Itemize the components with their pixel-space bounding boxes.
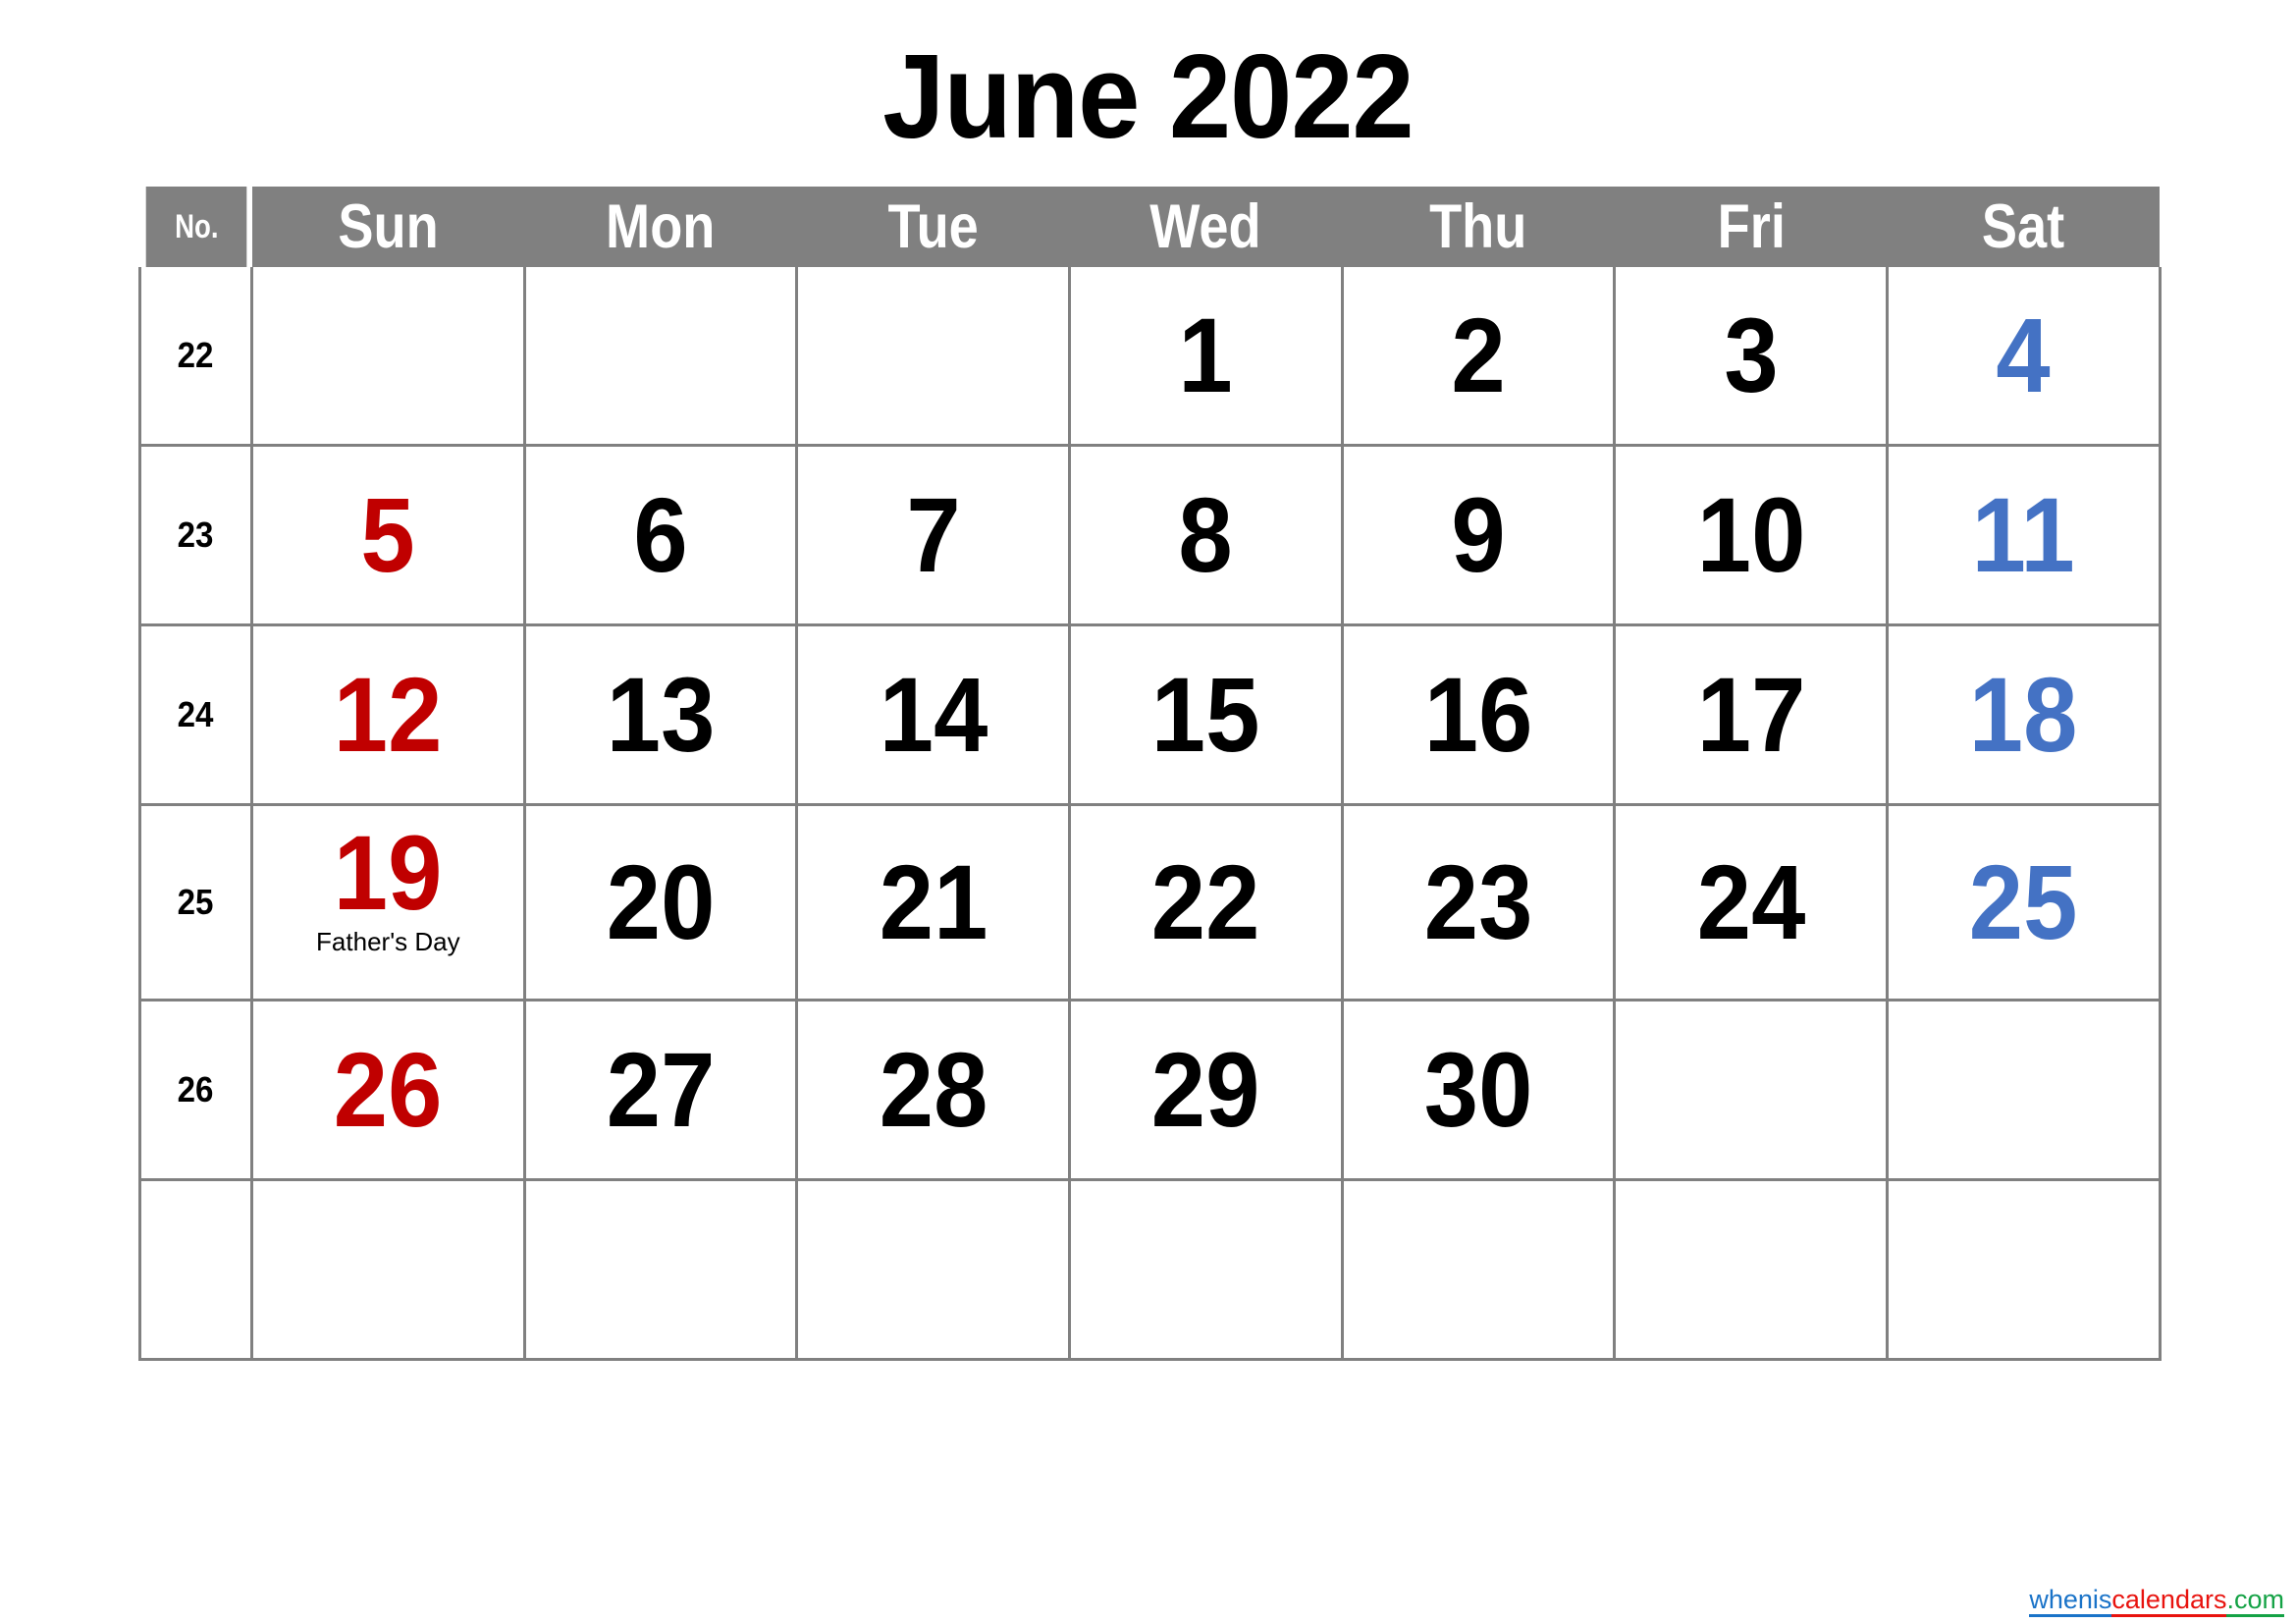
- watermark-part-calendars: calendars: [2111, 1585, 2227, 1617]
- calendar-page: June 2022 No. Sun Mon Tue Wed Thu Fri Sa…: [0, 0, 2296, 1624]
- watermark-part-com: .com: [2226, 1585, 2284, 1617]
- watermark-part-whenis: whenis: [2029, 1585, 2112, 1617]
- watermark-layer: wheniscalendars.com: [0, 0, 2296, 1624]
- site-watermark[interactable]: wheniscalendars.com: [2029, 1585, 2284, 1617]
